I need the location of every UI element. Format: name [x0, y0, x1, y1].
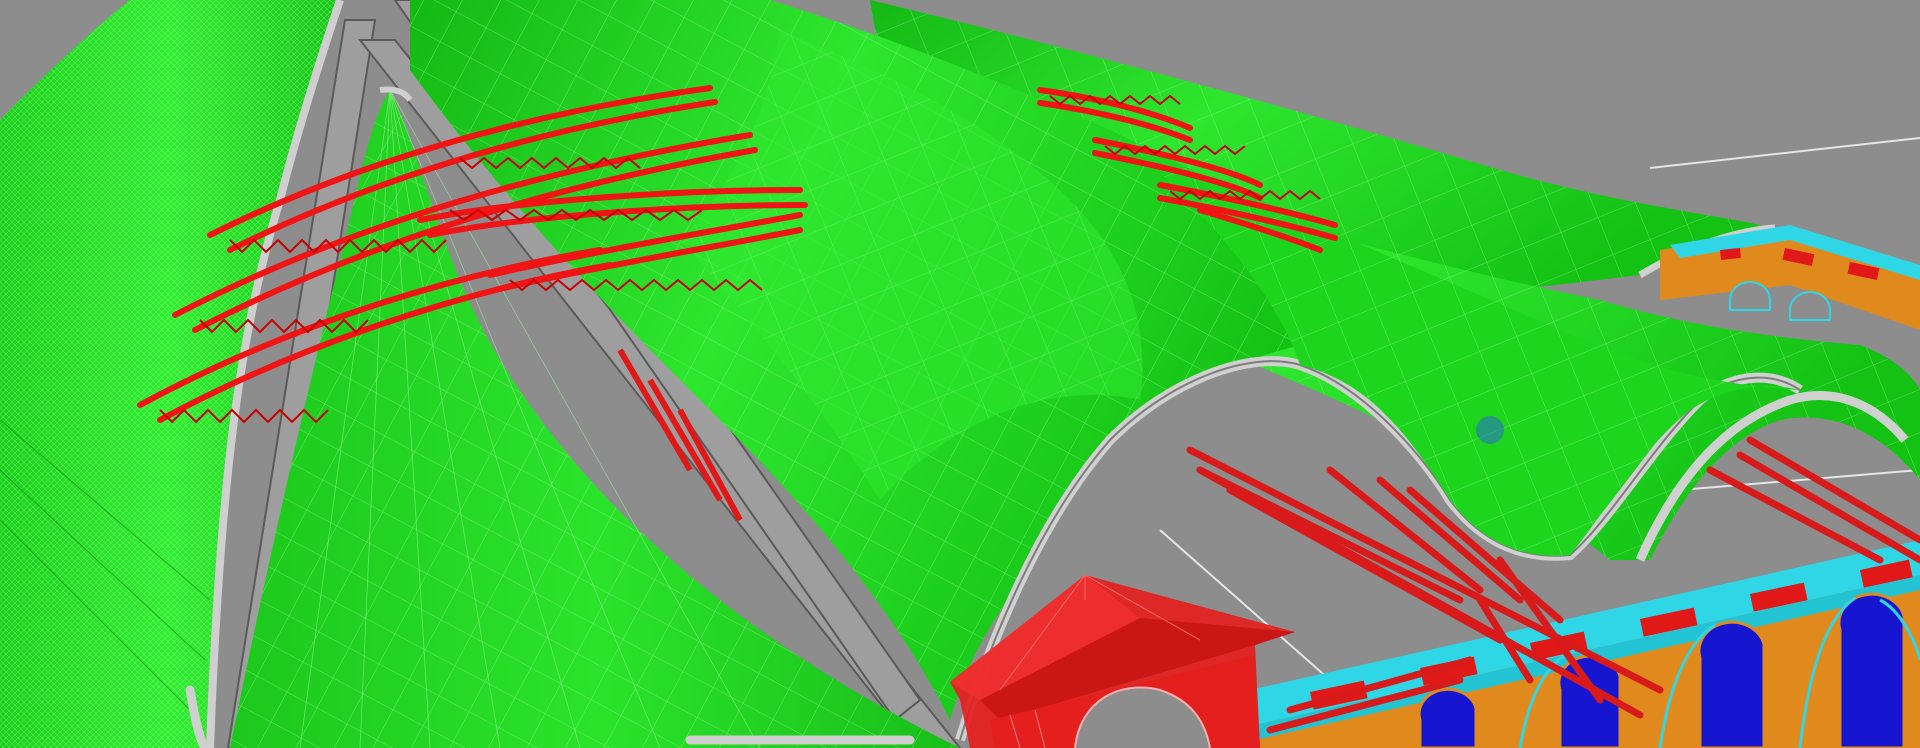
3d-model-scene[interactable] [0, 0, 1920, 748]
3d-viewport[interactable] [0, 0, 1920, 748]
